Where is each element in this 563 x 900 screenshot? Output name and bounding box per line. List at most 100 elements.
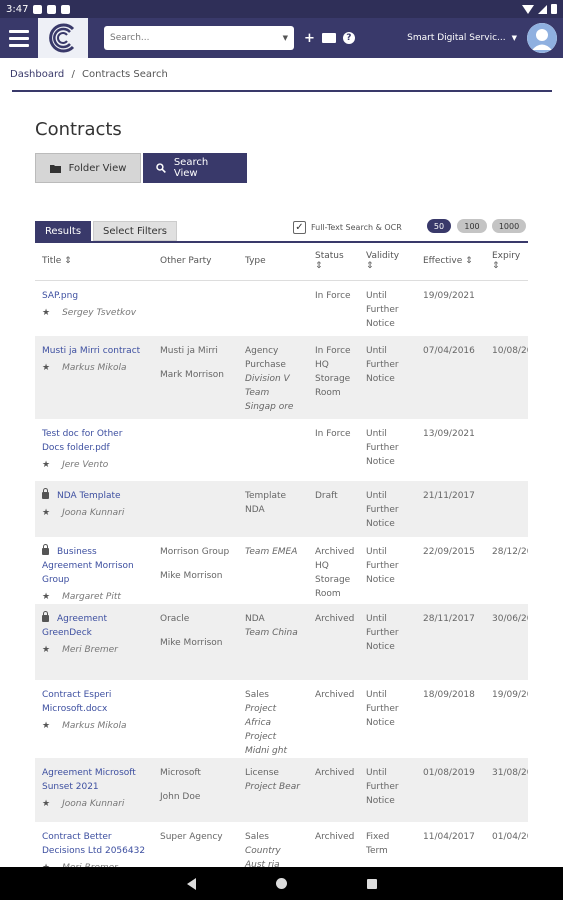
cell-title: SAP.png ★ Sergey Tsvetkov (35, 280, 153, 336)
star-icon[interactable]: ★ (42, 306, 50, 320)
cell-other-party: Microsoft John Doe (153, 758, 238, 822)
cell-title: Contract Esperi Microsoft.docx ★ Markus Mi… (35, 680, 153, 758)
breadcrumb-dashboard-link[interactable]: Dashboard (10, 69, 64, 80)
cell-other-party (153, 280, 238, 336)
page-size-50[interactable]: 50 (427, 219, 451, 233)
notification-icon (33, 4, 43, 14)
sort-icon[interactable]: ⇕ (492, 261, 500, 271)
table-row[interactable]: NDA Template ★ Joona Kunnari Template NDA Dr… (35, 481, 528, 537)
table-row[interactable]: Agreement GreenDeck ★ Meri Bremer Oracle Mik… (35, 604, 528, 680)
column-effective[interactable]: Effective ⇕ (416, 243, 485, 280)
contract-title-link[interactable]: Test doc for Other Docs folder.pdf (42, 429, 122, 453)
signal-icon (538, 4, 547, 14)
star-icon[interactable]: ★ (42, 361, 50, 375)
column-status[interactable]: Status ⇕ (308, 243, 359, 280)
cell-other-party (153, 481, 238, 537)
column-title[interactable]: Title ⇕ (35, 243, 153, 280)
table-row[interactable]: SAP.png ★ Sergey Tsvetkov In Force Until Fur… (35, 280, 528, 336)
cell-other-party: Musti ja Mirri Mark Morrison (153, 336, 238, 419)
star-icon[interactable]: ★ (42, 590, 50, 604)
column-expiry[interactable]: Expiry ⇕ (485, 243, 528, 280)
cell-expiry: 30/06/20 (492, 614, 528, 624)
star-icon[interactable]: ★ (42, 458, 50, 472)
home-icon[interactable] (275, 878, 287, 889)
plus-icon[interactable]: + (304, 31, 315, 46)
cell-validity: Until Further Notice (366, 690, 399, 728)
contract-owner: Sergey Tsvetkov (62, 307, 137, 318)
contract-owner: Markus Mikola (62, 363, 127, 373)
contract-owner: Joona Kunnari (62, 508, 125, 518)
company-logo[interactable] (38, 18, 88, 58)
contract-title-link[interactable]: Contract Better Decisions Ltd 2056432 (42, 832, 145, 856)
column-validity[interactable]: Validity ⇕ (359, 243, 416, 280)
contract-title-link[interactable]: Contract Esperi Microsoft.docx (42, 690, 111, 714)
star-icon[interactable]: ★ (42, 506, 50, 520)
system-status-bar: 3:47 (0, 0, 563, 18)
breadcrumb: Dashboard / Contracts Search (10, 69, 168, 80)
search-view-button[interactable]: Search View (143, 153, 247, 183)
cell-validity: Fixed Term (366, 832, 390, 856)
table-row[interactable]: Contract Better Decisions Ltd 2056432★Me… (35, 822, 528, 867)
cell-title: Contract Better Decisions Ltd 2056432★Me… (35, 822, 153, 867)
cell-other-party: Oracle Mike Morrison (153, 604, 238, 680)
cell-expiry: 31/08/20 (492, 768, 528, 778)
recent-apps-icon[interactable] (366, 878, 377, 889)
chevron-down-icon[interactable]: ▼ (283, 34, 288, 42)
cell-validity: Until Further Notice (366, 768, 399, 806)
cell-effective: 21/11/2017 (423, 491, 475, 501)
clock: 3:47 (6, 3, 29, 15)
table-row[interactable]: Musti ja Mirri contract ★ Markus Mikola Mus… (35, 336, 528, 419)
cell-effective: 18/09/2018 (423, 690, 475, 700)
star-icon[interactable]: ★ (42, 797, 50, 811)
ocr-toggle[interactable]: ✓ Full-Text Search & OCR (293, 219, 402, 235)
sort-icon[interactable]: ⇕ (366, 261, 374, 271)
cell-type: Sales Project Africa Project Midni ght (238, 680, 308, 758)
contract-title-link[interactable]: NDA Template (57, 491, 121, 501)
other-party-contact: Mike Morrison (160, 638, 223, 648)
global-search[interactable]: ▼ (104, 26, 294, 50)
cell-validity: Until Further Notice (366, 547, 399, 585)
organization-name: Smart Digital Servic... (407, 33, 506, 43)
ocr-checkbox[interactable]: ✓ (293, 220, 306, 234)
table-row[interactable]: Agreement Microsoft Sunset 2021 ★ Joona Ku… (35, 758, 528, 822)
organization-selector[interactable]: Smart Digital Servic... ▼ (407, 33, 517, 43)
help-icon[interactable]: ? (342, 32, 355, 44)
search-input[interactable] (110, 33, 283, 43)
avatar[interactable] (527, 23, 557, 53)
star-icon[interactable]: ★ (42, 643, 50, 657)
table-row[interactable]: Business Agreement Morrison Group ★ Margar… (35, 537, 528, 604)
contract-owner: Markus Mikola (62, 721, 127, 731)
page-title: Contracts (35, 119, 122, 140)
contract-tags: Division V Team Singap ore (245, 374, 294, 412)
contract-title-link[interactable]: Business Agreement Morrison Group (42, 547, 134, 585)
lock-icon (42, 611, 49, 622)
contract-title-link[interactable]: Musti ja Mirri contract (42, 346, 140, 356)
cell-status: Archived (315, 614, 355, 624)
sort-icon[interactable]: ⇕ (64, 256, 72, 266)
folder-view-button[interactable]: Folder View (35, 153, 141, 183)
contract-title-link[interactable]: SAP.png (42, 291, 78, 301)
back-icon[interactable] (186, 877, 196, 890)
cell-expiry: 28/12/20 (492, 547, 528, 557)
table-row[interactable]: Test doc for Other Docs folder.pdf ★ Jere … (35, 419, 528, 481)
contract-type: Sales (245, 690, 269, 700)
tab-select-filters[interactable]: Select Filters (93, 221, 177, 241)
page-size-100[interactable]: 100 (457, 219, 487, 233)
star-icon[interactable]: ★ (42, 719, 50, 733)
sort-icon[interactable]: ⇕ (465, 256, 473, 266)
ocr-label: Full-Text Search & OCR (311, 222, 402, 232)
mail-icon[interactable] (321, 33, 336, 43)
page-size-1000[interactable]: 1000 (492, 219, 526, 233)
other-party-contact: John Doe (160, 792, 201, 802)
menu-icon[interactable] (0, 18, 38, 58)
contract-type: Agency Purchase (245, 346, 286, 370)
sort-icon[interactable]: ⇕ (315, 261, 323, 271)
other-party: Musti ja Mirri (160, 346, 218, 356)
table-row[interactable]: Contract Esperi Microsoft.docx ★ Markus Mi… (35, 680, 528, 758)
other-party-contact: Mike Morrison (160, 571, 223, 581)
contract-title-link[interactable]: Agreement Microsoft Sunset 2021 (42, 768, 136, 792)
cell-validity: Until Further Notice (366, 429, 399, 467)
other-party-contact: Mark Morrison (160, 370, 224, 380)
tab-results[interactable]: Results (35, 221, 91, 241)
contract-title-link[interactable]: Agreement GreenDeck (42, 614, 107, 638)
